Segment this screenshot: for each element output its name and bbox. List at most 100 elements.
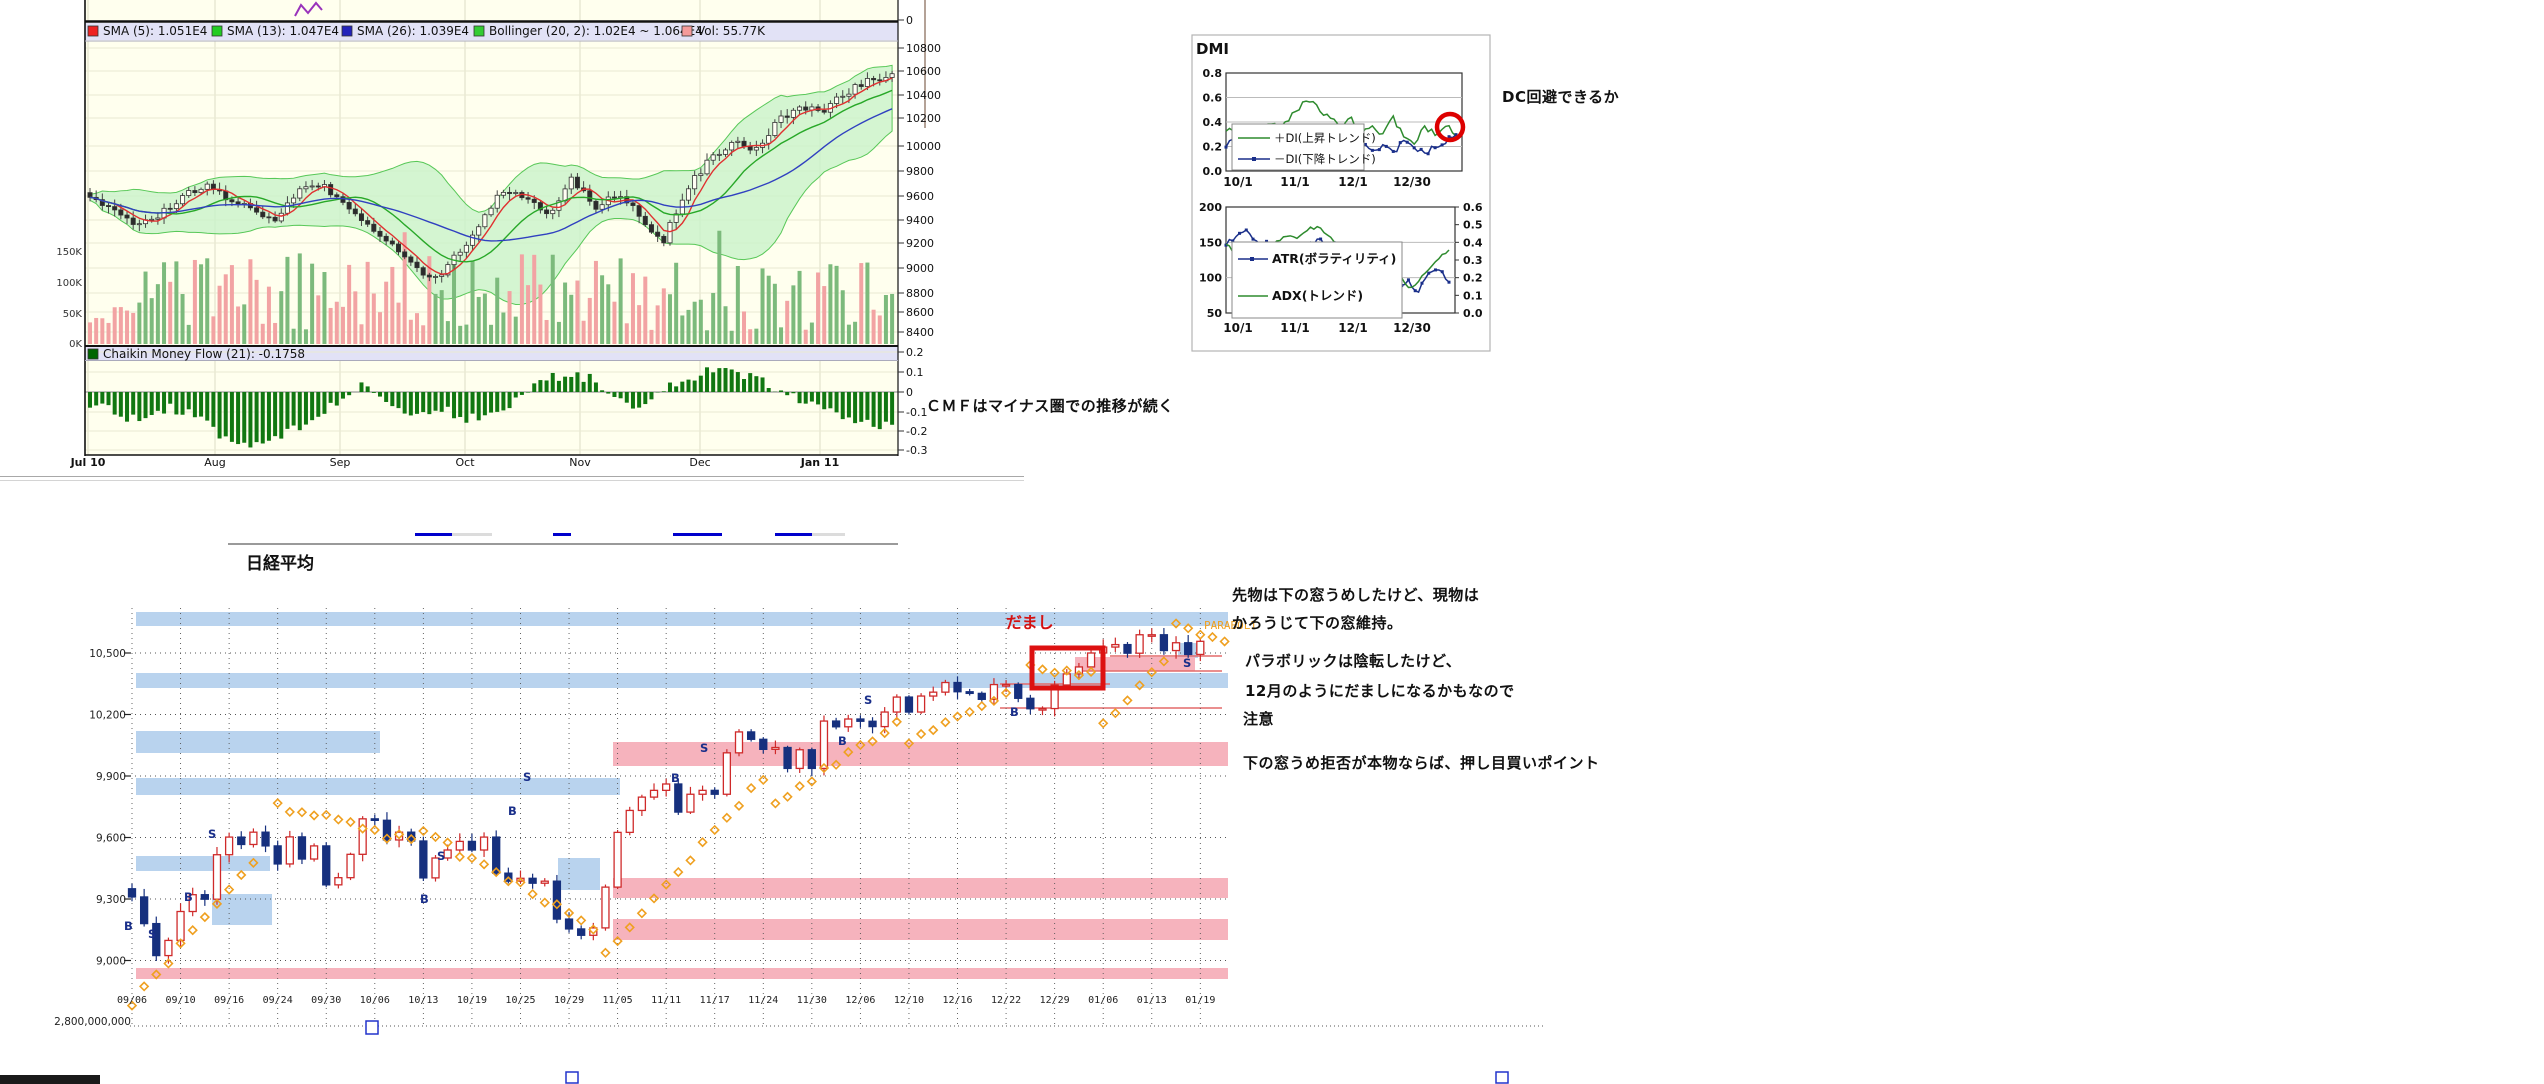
date-label: 12/06 bbox=[845, 995, 875, 1006]
candle bbox=[1088, 653, 1095, 667]
sar-dot bbox=[347, 818, 355, 826]
date-label: 12/22 bbox=[991, 995, 1021, 1006]
candle bbox=[760, 739, 767, 749]
signal-label: S bbox=[700, 741, 708, 755]
candle bbox=[311, 846, 318, 859]
candle bbox=[335, 878, 342, 885]
legend-swatch bbox=[474, 26, 484, 36]
dmi-frame: 0.80.60.40.20.010/111/112/112/30＋DI(上昇トレ… bbox=[1192, 35, 1490, 351]
axis-tick-label: 0.1 bbox=[906, 366, 924, 379]
candle bbox=[833, 721, 840, 727]
sar-dot bbox=[334, 816, 342, 824]
candle bbox=[723, 753, 730, 794]
date-label: 12/16 bbox=[942, 995, 972, 1006]
legend-swatch bbox=[212, 26, 222, 36]
candle bbox=[651, 790, 658, 797]
candle bbox=[286, 837, 293, 864]
sar-dot bbox=[638, 909, 646, 917]
sar-dot bbox=[747, 784, 755, 792]
nikkei-chart-title: 日経平均 bbox=[246, 549, 314, 574]
object-marker bbox=[1496, 1072, 1508, 1083]
sar-dot bbox=[140, 982, 148, 990]
candle bbox=[323, 846, 330, 885]
axis-tick-label: 9,300 bbox=[96, 894, 126, 906]
axis-tick-label: 10/1 bbox=[1223, 321, 1252, 335]
signal-label: B bbox=[184, 890, 193, 904]
signal-label: S bbox=[523, 770, 531, 784]
candle bbox=[784, 748, 791, 769]
candle bbox=[566, 919, 573, 929]
candle bbox=[1185, 643, 1192, 655]
sar-dot bbox=[796, 782, 804, 790]
candle bbox=[796, 750, 803, 769]
volume-tick-label: 0K bbox=[69, 339, 82, 350]
candle bbox=[845, 719, 852, 727]
sar-dot bbox=[322, 811, 330, 819]
axis-tick-label: 10000 bbox=[906, 140, 941, 153]
axis-tick-label: 12/30 bbox=[1393, 175, 1431, 189]
candle bbox=[1015, 685, 1022, 699]
legend-label: SMA (13): 1.047E4 bbox=[227, 24, 339, 38]
axis-tick-label: 8600 bbox=[906, 306, 934, 319]
legend-label: ＋DI(上昇トレンド) bbox=[1274, 131, 1376, 145]
note-parabolic-turn: パラボリックは陰転したけど、 bbox=[1245, 650, 1461, 671]
axis-tick-label: -0.2 bbox=[906, 425, 927, 438]
link-underline[interactable] bbox=[775, 533, 812, 536]
damashi-annotation: だまし bbox=[1006, 609, 1054, 633]
date-label: 11/24 bbox=[748, 995, 778, 1006]
candle bbox=[1027, 698, 1034, 708]
candle bbox=[1173, 643, 1180, 651]
signal-label: S bbox=[437, 849, 445, 863]
axis-tick-label: 10600 bbox=[906, 65, 941, 78]
candle bbox=[420, 841, 427, 878]
axis-tick-label: -0.1 bbox=[906, 406, 927, 419]
sar-dot bbox=[735, 802, 743, 810]
date-label: 09/10 bbox=[166, 995, 196, 1006]
candle bbox=[1136, 635, 1143, 653]
sar-dot bbox=[1123, 696, 1131, 704]
axis-tick-label: 200 bbox=[1199, 201, 1222, 214]
axis-tick-label: 150 bbox=[1199, 236, 1222, 249]
candle bbox=[578, 929, 585, 935]
signal-label: S bbox=[864, 693, 872, 707]
axis-tick-label: 0.5 bbox=[1463, 219, 1483, 232]
axis-tick-label: 9600 bbox=[906, 190, 934, 203]
month-label: Oct bbox=[455, 456, 475, 469]
sar-dot bbox=[723, 814, 731, 822]
axis-tick-label: 0 bbox=[906, 386, 913, 399]
candle bbox=[250, 832, 257, 844]
candle bbox=[129, 889, 136, 897]
axis-tick-label: 9800 bbox=[906, 165, 934, 178]
date-label: 01/06 bbox=[1088, 995, 1118, 1006]
sar-dot bbox=[1221, 637, 1229, 645]
sar-dot bbox=[711, 826, 719, 834]
sar-dot bbox=[529, 890, 537, 898]
candle bbox=[541, 881, 548, 883]
candle bbox=[347, 854, 354, 877]
date-label: 12/29 bbox=[1040, 995, 1070, 1006]
axis-tick-label: 0.2 bbox=[1463, 272, 1483, 285]
axis-tick-label: 10200 bbox=[906, 112, 941, 125]
candle bbox=[808, 750, 815, 769]
signal-label: B bbox=[508, 804, 517, 818]
candle bbox=[711, 790, 718, 794]
axis-tick-label: 9,900 bbox=[96, 771, 126, 783]
candle bbox=[456, 841, 463, 850]
signal-label: B bbox=[124, 919, 133, 933]
sar-dot bbox=[237, 871, 245, 879]
link-underline[interactable] bbox=[553, 533, 571, 536]
axis-tick-label: 0.6 bbox=[1203, 92, 1223, 105]
gap-band-blue bbox=[136, 778, 620, 795]
sar-dot bbox=[225, 886, 233, 894]
gap-band-blue bbox=[558, 858, 600, 890]
link-underline[interactable] bbox=[415, 533, 452, 536]
month-label: Nov bbox=[569, 456, 591, 469]
sar-dot bbox=[480, 860, 488, 868]
date-label: 09/16 bbox=[214, 995, 244, 1006]
link-underline[interactable] bbox=[673, 533, 722, 536]
axis-tick-label: 12/30 bbox=[1393, 321, 1431, 335]
sar-dot bbox=[601, 949, 609, 957]
candle bbox=[1148, 635, 1155, 637]
axis-tick-label: 12/1 bbox=[1338, 321, 1367, 335]
candle bbox=[772, 748, 779, 750]
